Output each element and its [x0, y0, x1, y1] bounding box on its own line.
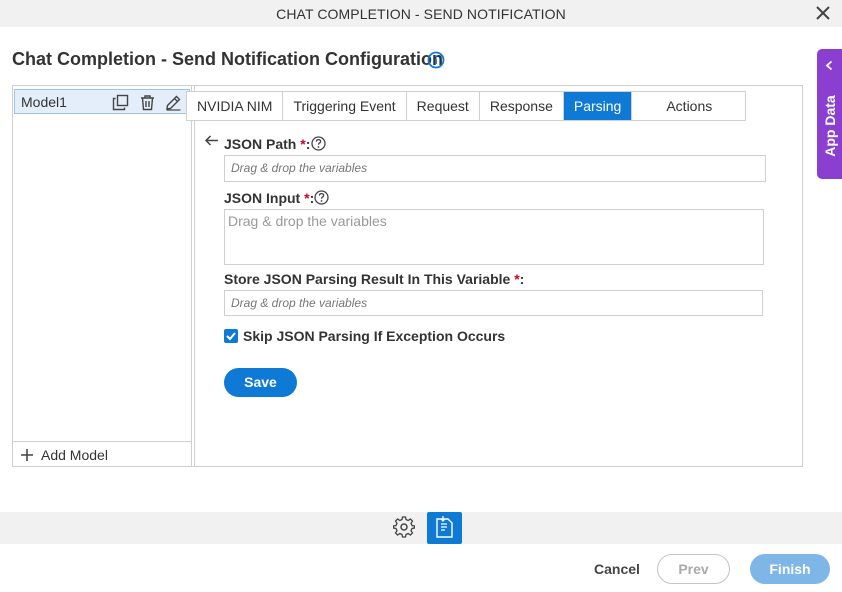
tab-response[interactable]: Response: [479, 92, 564, 120]
back-arrow-icon[interactable]: [204, 134, 219, 147]
add-model-button[interactable]: Add Model: [13, 441, 191, 466]
page-title: Chat Completion - Send Notification Conf…: [12, 49, 443, 69]
json-path-label-text: JSON Path: [224, 136, 297, 152]
label-colon: :: [519, 271, 525, 287]
skip-exception-checkbox[interactable]: [224, 329, 238, 343]
cancel-button[interactable]: Cancel: [594, 561, 640, 577]
json-path-label: JSON Path *:: [224, 136, 310, 152]
tab-parsing[interactable]: Parsing: [563, 92, 633, 120]
tab-actions[interactable]: Actions: [632, 92, 746, 120]
json-input-label-text: JSON Input: [224, 190, 301, 206]
document-icon-button[interactable]: [427, 512, 462, 544]
store-result-label-text: Store JSON Parsing Result In This Variab…: [224, 271, 511, 287]
skip-exception-label: Skip JSON Parsing If Exception Occurs: [243, 328, 506, 344]
model-name: Model1: [21, 94, 67, 110]
json-input-textarea[interactable]: Drag & drop the variables: [224, 209, 764, 265]
help-icon[interactable]: [314, 190, 329, 205]
app-data-label: App Data: [821, 95, 838, 157]
help-icon[interactable]: [311, 136, 326, 151]
prev-button[interactable]: Prev: [657, 554, 730, 584]
store-result-input[interactable]: Drag & drop the variables: [224, 290, 763, 316]
finish-button[interactable]: Finish: [750, 554, 830, 584]
bottom-toolbar: [0, 512, 842, 544]
store-result-label: Store JSON Parsing Result In This Variab…: [224, 271, 524, 287]
label-colon: :: [305, 136, 311, 152]
checkmark-icon: [226, 332, 236, 341]
copy-icon[interactable]: [112, 94, 129, 111]
tab-nvidia-nim[interactable]: NVIDIA NIM: [187, 92, 284, 120]
model-list-panel: Model1 Add Model: [13, 86, 192, 466]
app-data-tab[interactable]: App Data: [817, 49, 842, 179]
tab-triggering-event[interactable]: Triggering Event: [283, 92, 407, 120]
tab-request[interactable]: Request: [406, 92, 480, 120]
tab-bar: NVIDIA NIM Triggering Event Request Resp…: [186, 91, 747, 121]
model-item[interactable]: Model1: [14, 89, 190, 114]
close-icon[interactable]: [814, 4, 832, 22]
plus-icon: [21, 449, 33, 461]
title-bar: CHAT COMPLETION - SEND NOTIFICATION: [0, 0, 842, 27]
window-title: CHAT COMPLETION - SEND NOTIFICATION: [276, 6, 566, 22]
chevron-left-icon: [825, 60, 833, 71]
json-path-input[interactable]: Drag & drop the variables: [224, 155, 766, 182]
info-icon[interactable]: [427, 51, 445, 69]
gear-icon[interactable]: [393, 516, 415, 538]
document-icon: [436, 516, 453, 538]
save-button[interactable]: Save: [224, 368, 297, 397]
app-data-label-wrap: App Data: [817, 81, 842, 171]
pencil-icon[interactable]: [165, 94, 182, 111]
json-input-label: JSON Input *:: [224, 190, 314, 206]
add-model-label: Add Model: [41, 447, 108, 463]
trash-icon[interactable]: [139, 94, 156, 111]
